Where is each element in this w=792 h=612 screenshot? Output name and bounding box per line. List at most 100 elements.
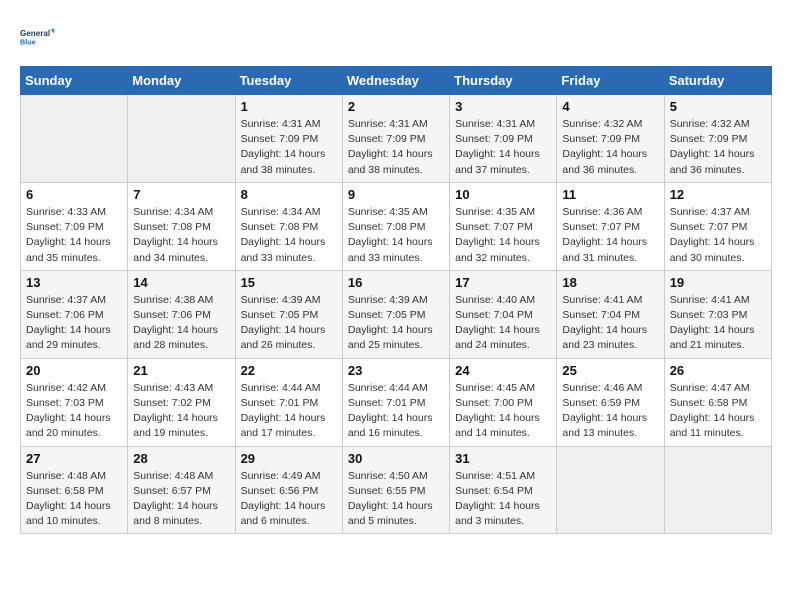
weekday-header-row: SundayMondayTuesdayWednesdayThursdayFrid… xyxy=(21,67,772,95)
calendar-cell: 17 Sunrise: 4:40 AM Sunset: 7:04 PM Dayli… xyxy=(450,270,557,358)
calendar-cell: 6 Sunrise: 4:33 AM Sunset: 7:09 PM Daylig… xyxy=(21,182,128,270)
day-number: 22 xyxy=(241,363,337,378)
calendar-cell: 3 Sunrise: 4:31 AM Sunset: 7:09 PM Daylig… xyxy=(450,95,557,183)
weekday-header-sunday: Sunday xyxy=(21,67,128,95)
day-number: 14 xyxy=(133,275,229,290)
calendar-cell: 8 Sunrise: 4:34 AM Sunset: 7:08 PM Daylig… xyxy=(235,182,342,270)
day-info: Sunrise: 4:51 AM Sunset: 6:54 PM Dayligh… xyxy=(455,469,551,530)
calendar-cell: 9 Sunrise: 4:35 AM Sunset: 7:08 PM Daylig… xyxy=(342,182,449,270)
calendar-cell: 31 Sunrise: 4:51 AM Sunset: 6:54 PM Dayli… xyxy=(450,446,557,534)
day-info: Sunrise: 4:33 AM Sunset: 7:09 PM Dayligh… xyxy=(26,205,122,266)
day-number: 1 xyxy=(241,99,337,114)
day-number: 11 xyxy=(562,187,658,202)
day-number: 21 xyxy=(133,363,229,378)
page-header: General Blue xyxy=(20,20,772,56)
day-info: Sunrise: 4:39 AM Sunset: 7:05 PM Dayligh… xyxy=(241,293,337,354)
calendar-week-5: 27 Sunrise: 4:48 AM Sunset: 6:58 PM Dayli… xyxy=(21,446,772,534)
day-info: Sunrise: 4:37 AM Sunset: 7:07 PM Dayligh… xyxy=(670,205,766,266)
day-number: 30 xyxy=(348,451,444,466)
calendar-cell: 28 Sunrise: 4:48 AM Sunset: 6:57 PM Dayli… xyxy=(128,446,235,534)
day-number: 25 xyxy=(562,363,658,378)
day-number: 26 xyxy=(670,363,766,378)
day-number: 8 xyxy=(241,187,337,202)
weekday-header-saturday: Saturday xyxy=(664,67,771,95)
day-info: Sunrise: 4:40 AM Sunset: 7:04 PM Dayligh… xyxy=(455,293,551,354)
calendar-cell xyxy=(21,95,128,183)
day-info: Sunrise: 4:41 AM Sunset: 7:04 PM Dayligh… xyxy=(562,293,658,354)
calendar-cell: 12 Sunrise: 4:37 AM Sunset: 7:07 PM Dayli… xyxy=(664,182,771,270)
calendar-cell: 25 Sunrise: 4:46 AM Sunset: 6:59 PM Dayli… xyxy=(557,358,664,446)
day-info: Sunrise: 4:38 AM Sunset: 7:06 PM Dayligh… xyxy=(133,293,229,354)
day-info: Sunrise: 4:34 AM Sunset: 7:08 PM Dayligh… xyxy=(241,205,337,266)
day-number: 23 xyxy=(348,363,444,378)
calendar-week-3: 13 Sunrise: 4:37 AM Sunset: 7:06 PM Dayli… xyxy=(21,270,772,358)
calendar-cell: 26 Sunrise: 4:47 AM Sunset: 6:58 PM Dayli… xyxy=(664,358,771,446)
svg-text:General: General xyxy=(20,29,50,38)
calendar-table: SundayMondayTuesdayWednesdayThursdayFrid… xyxy=(20,66,772,534)
calendar-cell: 15 Sunrise: 4:39 AM Sunset: 7:05 PM Dayli… xyxy=(235,270,342,358)
day-info: Sunrise: 4:31 AM Sunset: 7:09 PM Dayligh… xyxy=(241,117,337,178)
day-number: 15 xyxy=(241,275,337,290)
day-info: Sunrise: 4:44 AM Sunset: 7:01 PM Dayligh… xyxy=(348,381,444,442)
day-number: 29 xyxy=(241,451,337,466)
day-number: 17 xyxy=(455,275,551,290)
day-info: Sunrise: 4:43 AM Sunset: 7:02 PM Dayligh… xyxy=(133,381,229,442)
day-number: 16 xyxy=(348,275,444,290)
calendar-cell: 19 Sunrise: 4:41 AM Sunset: 7:03 PM Dayli… xyxy=(664,270,771,358)
calendar-cell xyxy=(664,446,771,534)
day-number: 9 xyxy=(348,187,444,202)
weekday-header-monday: Monday xyxy=(128,67,235,95)
day-number: 6 xyxy=(26,187,122,202)
day-info: Sunrise: 4:35 AM Sunset: 7:07 PM Dayligh… xyxy=(455,205,551,266)
calendar-cell: 16 Sunrise: 4:39 AM Sunset: 7:05 PM Dayli… xyxy=(342,270,449,358)
day-number: 12 xyxy=(670,187,766,202)
calendar-cell: 23 Sunrise: 4:44 AM Sunset: 7:01 PM Dayli… xyxy=(342,358,449,446)
day-info: Sunrise: 4:36 AM Sunset: 7:07 PM Dayligh… xyxy=(562,205,658,266)
weekday-header-tuesday: Tuesday xyxy=(235,67,342,95)
day-number: 31 xyxy=(455,451,551,466)
day-info: Sunrise: 4:32 AM Sunset: 7:09 PM Dayligh… xyxy=(562,117,658,178)
calendar-cell: 29Sunrise: 4:49 AM Sunset: 6:56 PM Dayli… xyxy=(235,446,342,534)
calendar-cell xyxy=(128,95,235,183)
day-info: Sunrise: 4:31 AM Sunset: 7:09 PM Dayligh… xyxy=(455,117,551,178)
day-info: Sunrise: 4:41 AM Sunset: 7:03 PM Dayligh… xyxy=(670,293,766,354)
day-number: 24 xyxy=(455,363,551,378)
calendar-cell: 11 Sunrise: 4:36 AM Sunset: 7:07 PM Dayli… xyxy=(557,182,664,270)
weekday-header-friday: Friday xyxy=(557,67,664,95)
calendar-week-1: 1 Sunrise: 4:31 AM Sunset: 7:09 PM Daylig… xyxy=(21,95,772,183)
calendar-cell: 10 Sunrise: 4:35 AM Sunset: 7:07 PM Dayli… xyxy=(450,182,557,270)
day-info: Sunrise: 4:48 AM Sunset: 6:57 PM Dayligh… xyxy=(133,469,229,530)
day-number: 19 xyxy=(670,275,766,290)
calendar-cell: 2Sunrise: 4:31 AM Sunset: 7:09 PM Daylig… xyxy=(342,95,449,183)
day-number: 3 xyxy=(455,99,551,114)
day-number: 4 xyxy=(562,99,658,114)
day-info: Sunrise: 4:35 AM Sunset: 7:08 PM Dayligh… xyxy=(348,205,444,266)
calendar-cell: 1 Sunrise: 4:31 AM Sunset: 7:09 PM Daylig… xyxy=(235,95,342,183)
day-number: 2 xyxy=(348,99,444,114)
day-number: 28 xyxy=(133,451,229,466)
calendar-cell: 14 Sunrise: 4:38 AM Sunset: 7:06 PM Dayli… xyxy=(128,270,235,358)
calendar-cell: 30 Sunrise: 4:50 AM Sunset: 6:55 PM Dayli… xyxy=(342,446,449,534)
day-info: Sunrise: 4:45 AM Sunset: 7:00 PM Dayligh… xyxy=(455,381,551,442)
calendar-cell xyxy=(557,446,664,534)
day-info: Sunrise: 4:39 AM Sunset: 7:05 PM Dayligh… xyxy=(348,293,444,354)
day-info: Sunrise: 4:48 AM Sunset: 6:58 PM Dayligh… xyxy=(26,469,122,530)
day-number: 10 xyxy=(455,187,551,202)
day-info: Sunrise: 4:47 AM Sunset: 6:58 PM Dayligh… xyxy=(670,381,766,442)
day-number: 13 xyxy=(26,275,122,290)
day-number: 5 xyxy=(670,99,766,114)
day-info: Sunrise: 4:46 AM Sunset: 6:59 PM Dayligh… xyxy=(562,381,658,442)
calendar-cell: 22Sunrise: 4:44 AM Sunset: 7:01 PM Dayli… xyxy=(235,358,342,446)
day-number: 7 xyxy=(133,187,229,202)
day-info: Sunrise: 4:37 AM Sunset: 7:06 PM Dayligh… xyxy=(26,293,122,354)
calendar-cell: 24 Sunrise: 4:45 AM Sunset: 7:00 PM Dayli… xyxy=(450,358,557,446)
day-info: Sunrise: 4:32 AM Sunset: 7:09 PM Dayligh… xyxy=(670,117,766,178)
weekday-header-wednesday: Wednesday xyxy=(342,67,449,95)
day-number: 27 xyxy=(26,451,122,466)
calendar-cell: 5 Sunrise: 4:32 AM Sunset: 7:09 PM Daylig… xyxy=(664,95,771,183)
calendar-cell: 18Sunrise: 4:41 AM Sunset: 7:04 PM Dayli… xyxy=(557,270,664,358)
day-info: Sunrise: 4:34 AM Sunset: 7:08 PM Dayligh… xyxy=(133,205,229,266)
calendar-cell: 20Sunrise: 4:42 AM Sunset: 7:03 PM Dayli… xyxy=(21,358,128,446)
svg-text:Blue: Blue xyxy=(20,37,36,46)
day-info: Sunrise: 4:50 AM Sunset: 6:55 PM Dayligh… xyxy=(348,469,444,530)
